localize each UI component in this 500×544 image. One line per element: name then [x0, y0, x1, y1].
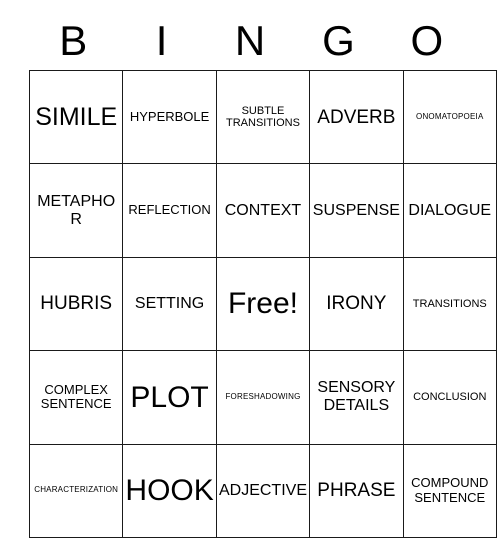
bingo-cell-label: SUBTLE TRANSITIONS — [226, 104, 300, 130]
bingo-cell[interactable]: ONOMATOPOEIA — [402, 69, 497, 165]
bingo-cell[interactable]: PLOT — [122, 350, 217, 445]
bingo-cell[interactable]: SENSORY DETAILS — [309, 350, 404, 445]
bingo-header-letter-g: G — [322, 17, 355, 64]
bingo-cell[interactable]: HUBRIS — [28, 256, 124, 352]
bingo-cell[interactable]: REFLECTION — [122, 163, 217, 258]
bingo-cell-label: SUSPENSE — [312, 201, 400, 219]
bingo-cell[interactable]: SIMILE — [28, 69, 124, 165]
bingo-cell-label: SETTING — [134, 295, 205, 313]
bingo-row: CHARACTERIZATION HOOK ADJECTIVE PHRASE C… — [28, 443, 497, 538]
bingo-cell[interactable]: METAPHOR — [28, 163, 124, 258]
bingo-cell[interactable]: CONTEXT — [215, 163, 311, 258]
bingo-cell-label: HYPERBOLE — [129, 108, 210, 124]
bingo-cell-label: CONTEXT — [224, 201, 302, 219]
bingo-cell[interactable]: SUBTLE TRANSITIONS — [215, 69, 311, 165]
bingo-header-letter-i: I — [155, 17, 168, 64]
bingo-cell[interactable]: HOOK — [122, 443, 217, 538]
bingo-cell[interactable]: IRONY — [309, 256, 404, 352]
bingo-row: SIMILE HYPERBOLE SUBTLE TRANSITIONS ADVE… — [28, 69, 497, 165]
bingo-cell-label: CHARACTERIZATION — [34, 485, 119, 495]
bingo-free-space-label: Free! — [227, 287, 298, 321]
bingo-cell-free[interactable]: Free! — [215, 256, 311, 352]
bingo-cell-label: REFLECTION — [128, 202, 211, 218]
bingo-cell[interactable]: FORESHADOWING — [215, 350, 311, 445]
bingo-cell-label: FORESHADOWING — [225, 391, 301, 401]
bingo-cell-label: HOOK — [125, 473, 214, 507]
bingo-header-letter-b: B — [59, 17, 88, 64]
bingo-header-letter-n: N — [234, 17, 266, 64]
bingo-header-letter-o: O — [410, 17, 444, 64]
bingo-cell[interactable]: PHRASE — [309, 443, 404, 538]
bingo-cell-label: ADVERB — [317, 106, 396, 128]
bingo-cell-label: COMPOUND SENTENCE — [411, 475, 489, 505]
bingo-grid: SIMILE HYPERBOLE SUBTLE TRANSITIONS ADVE… — [28, 69, 497, 538]
bingo-cell[interactable]: CHARACTERIZATION — [28, 443, 124, 538]
bingo-cell-label: CONCLUSION — [413, 391, 487, 404]
bingo-cell[interactable]: CONCLUSION — [402, 350, 497, 445]
bingo-cell[interactable]: SETTING — [122, 256, 217, 352]
bingo-cell-label: IRONY — [326, 293, 387, 315]
bingo-cell[interactable]: HYPERBOLE — [122, 69, 217, 165]
bingo-cell-label: ONOMATOPOEIA — [416, 111, 484, 121]
bingo-cell[interactable]: TRANSITIONS — [402, 256, 497, 352]
bingo-cell-label: SIMILE — [35, 103, 118, 132]
bingo-row: METAPHOR REFLECTION CONTEXT SUSPENSE DIA… — [28, 163, 497, 258]
bingo-cell-label: COMPLEX SENTENCE — [40, 381, 112, 412]
bingo-cell-label: DIALOGUE — [408, 201, 492, 219]
bingo-cell[interactable]: SUSPENSE — [309, 163, 404, 258]
bingo-cell-label: TRANSITIONS — [412, 297, 487, 310]
bingo-cell[interactable]: DIALOGUE — [402, 163, 497, 258]
bingo-card: B I N G O SIMILE HYPERBOLE SUBTLE TRANSI… — [28, 12, 497, 538]
bingo-cell-label: HUBRIS — [40, 293, 113, 315]
bingo-row: COMPLEX SENTENCE PLOT FORESHADOWING SENS… — [28, 350, 497, 445]
bingo-cell[interactable]: COMPOUND SENTENCE — [402, 443, 497, 538]
bingo-cell-label: PHRASE — [317, 480, 396, 502]
bingo-cell[interactable]: COMPLEX SENTENCE — [28, 350, 124, 445]
bingo-cell-label: ADJECTIVE — [218, 481, 307, 499]
bingo-cell[interactable]: ADJECTIVE — [215, 443, 311, 538]
bingo-cell-label: METAPHOR — [37, 192, 116, 228]
bingo-row: HUBRIS SETTING Free! IRONY TRANSITIONS — [28, 256, 497, 352]
bingo-cell-label: SENSORY DETAILS — [317, 379, 396, 415]
bingo-header-row: B I N G O — [29, 12, 471, 70]
bingo-cell-label: PLOT — [130, 380, 209, 414]
bingo-cell[interactable]: ADVERB — [309, 69, 404, 165]
